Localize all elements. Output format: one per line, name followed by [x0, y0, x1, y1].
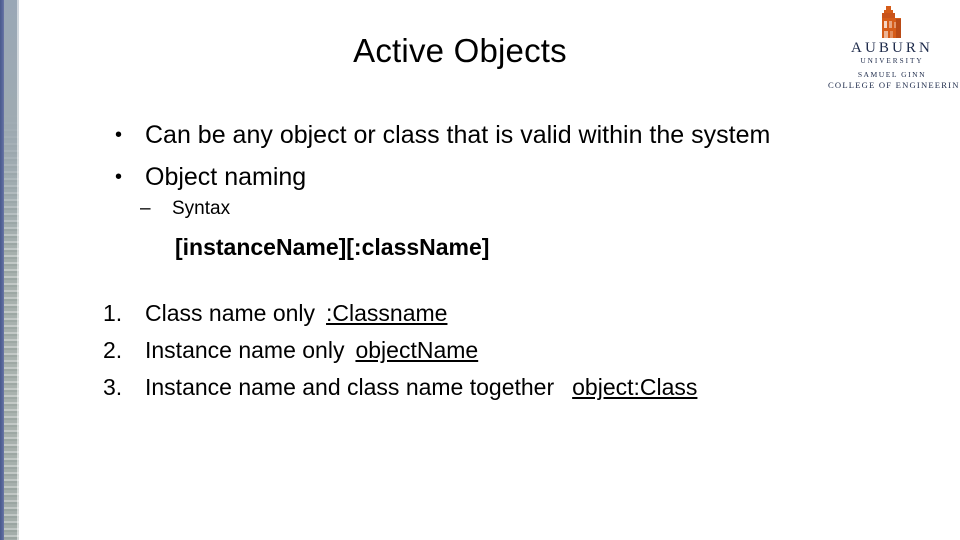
- sub-bullet-syntax: – Syntax: [140, 197, 230, 221]
- bullet-item-2-text: Object naming: [145, 163, 307, 191]
- list-item-number: 3.: [103, 374, 123, 400]
- bullet-item-1-text: Can be any object or class that is valid…: [145, 121, 771, 149]
- dash-marker-icon: –: [140, 198, 151, 219]
- list-item-number: 1.: [103, 300, 123, 326]
- list-item: 3. Instance name and class name together…: [103, 369, 883, 406]
- numbered-list: 1. Class name only :Classname 2. Instanc…: [103, 295, 883, 406]
- list-item-code: objectName: [355, 337, 479, 363]
- list-item: 1. Class name only :Classname: [103, 295, 883, 332]
- list-item-code: :Classname: [326, 300, 448, 326]
- sub-bullet-text: Syntax: [172, 198, 231, 219]
- list-item-label: Class name only: [145, 300, 316, 326]
- list-item: 2. Instance name only objectName: [103, 332, 883, 369]
- bullet-item-2: • Object naming: [115, 162, 306, 192]
- slide: Active Objects AUBURN UNIVERSITY SAMUEL …: [0, 0, 960, 540]
- bullet-marker-icon: •: [115, 166, 123, 188]
- list-item-label: Instance name only: [145, 337, 345, 363]
- list-item-label: Instance name and class name together: [145, 374, 555, 400]
- list-item-code: object:Class: [572, 374, 698, 400]
- list-item-number: 2.: [103, 337, 123, 363]
- slide-body: • Can be any object or class that is val…: [0, 0, 960, 540]
- syntax-code-line: [instanceName][:className]: [175, 234, 490, 260]
- bullet-marker-icon: •: [115, 124, 123, 146]
- bullet-item-1: • Can be any object or class that is val…: [115, 120, 770, 150]
